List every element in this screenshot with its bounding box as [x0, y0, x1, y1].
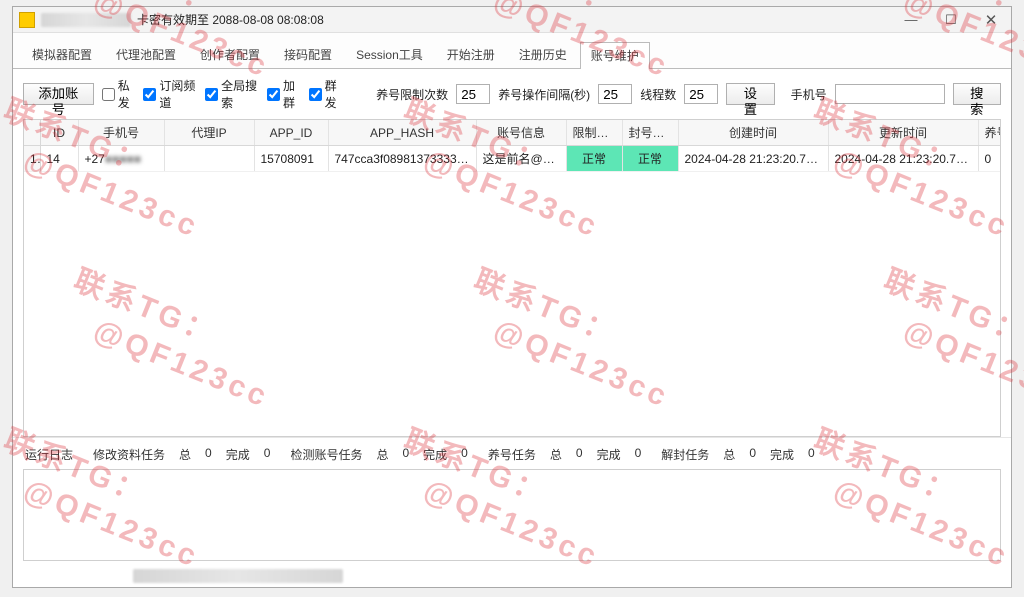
cell-proxy — [164, 146, 254, 172]
checkbox-dingyue[interactable]: 订阅频道 — [143, 77, 197, 111]
col-proxy[interactable]: 代理IP — [164, 120, 254, 146]
accounts-table: ID手机号代理IPAPP_IDAPP_HASH账号信息限制状态封号状态创建时间更… — [24, 120, 1001, 172]
status-group-3: 解封任务总0完成0 — [661, 446, 814, 463]
col-created[interactable]: 创建时间 — [678, 120, 828, 146]
tab-6[interactable]: 注册历史 — [508, 41, 578, 68]
col-count[interactable]: 养号次数 — [978, 120, 1001, 146]
col-updated[interactable]: 更新时间 — [828, 120, 978, 146]
limit-label: 养号限制次数 — [376, 86, 448, 103]
cell-created: 2024-04-28 21:23:20.716910 — [678, 146, 828, 172]
cell-appid: 15708091 — [254, 146, 328, 172]
checkbox-sifa[interactable]: 私发 — [102, 77, 136, 111]
interval-label: 养号操作间隔(秒) — [498, 86, 590, 103]
row-index: 1 — [24, 146, 40, 172]
add-account-button[interactable]: 添加账号 — [23, 83, 94, 105]
status-group-0: 修改资料任务总0完成0 — [93, 446, 270, 463]
cell-updated: 2024-04-28 21:23:20.716910 — [828, 146, 978, 172]
cell-apphash: 747cca3f089813733339490d... — [328, 146, 476, 172]
tab-1[interactable]: 代理池配置 — [105, 41, 187, 68]
checkbox-quanju[interactable]: 全局搜索 — [205, 77, 259, 111]
status-bar: 运行日志 修改资料任务总0完成0 检测账号任务总0完成0 养号任务总0完成0 解封任务总… — [13, 437, 1011, 469]
title-redacted — [41, 13, 131, 27]
cell-id: 14 — [40, 146, 78, 172]
cell-acct: 这是前名@#这... — [476, 146, 566, 172]
phone-search-input[interactable] — [835, 84, 945, 104]
col-apphash[interactable]: APP_HASH — [328, 120, 476, 146]
runlog-label: 运行日志 — [25, 446, 73, 463]
title-suffix: 卡密有效期至 2088-08-08 08:08:08 — [137, 11, 324, 28]
accounts-table-container: ID手机号代理IPAPP_IDAPP_HASH账号信息限制状态封号状态创建时间更… — [23, 119, 1001, 437]
close-button[interactable]: ✕ — [971, 7, 1011, 33]
interval-input[interactable] — [598, 84, 632, 104]
tab-3[interactable]: 接码配置 — [273, 41, 343, 68]
footer-redacted — [133, 569, 343, 583]
table-row[interactable]: 114+27■■■■■ 15708091747cca3f0898137333394… — [24, 146, 1001, 172]
cell-ban-status: 正常 — [622, 146, 678, 172]
tab-strip: 模拟器配置代理池配置创作者配置接码配置Session工具开始注册注册历史账号维护 — [13, 33, 1011, 69]
app-window: 卡密有效期至 2088-08-08 08:08:08 — ☐ ✕ 模拟器配置代理… — [12, 6, 1012, 588]
table-header-row: ID手机号代理IPAPP_IDAPP_HASH账号信息限制状态封号状态创建时间更… — [24, 120, 1001, 146]
col-phone[interactable]: 手机号 — [78, 120, 164, 146]
cell-limit-status: 正常 — [566, 146, 622, 172]
app-icon — [19, 12, 35, 28]
status-group-1: 检测账号任务总0完成0 — [290, 446, 467, 463]
status-group-2: 养号任务总0完成0 — [488, 446, 641, 463]
tab-4[interactable]: Session工具 — [345, 41, 434, 68]
cell-phone: +27■■■■■ — [78, 146, 164, 172]
tab-2[interactable]: 创作者配置 — [189, 41, 271, 68]
maximize-button[interactable]: ☐ — [931, 7, 971, 33]
col-ban[interactable]: 封号状态 — [622, 120, 678, 146]
limit-input[interactable] — [456, 84, 490, 104]
toolbar: 添加账号 私发 订阅频道 全局搜索 加群 群发 养号限制次数 养号操作间隔(秒)… — [13, 69, 1011, 119]
phone-label: 手机号 — [791, 86, 827, 103]
checkbox-jiaqun[interactable]: 加群 — [267, 77, 301, 111]
col-limit[interactable]: 限制状态 — [566, 120, 622, 146]
run-log-box[interactable] — [23, 469, 1001, 561]
minimize-button[interactable]: — — [891, 7, 931, 33]
cell-count: 0 — [978, 146, 1001, 172]
col-acct[interactable]: 账号信息 — [476, 120, 566, 146]
col-appid[interactable]: APP_ID — [254, 120, 328, 146]
tab-5[interactable]: 开始注册 — [436, 41, 506, 68]
col-id[interactable]: ID — [40, 120, 78, 146]
search-button[interactable]: 搜索 — [953, 83, 1001, 105]
tab-0[interactable]: 模拟器配置 — [21, 41, 103, 68]
checkbox-qunfa[interactable]: 群发 — [309, 77, 343, 111]
threads-input[interactable] — [684, 84, 718, 104]
threads-label: 线程数 — [640, 86, 676, 103]
tab-7[interactable]: 账号维护 — [580, 42, 650, 69]
settings-button[interactable]: 设置 — [726, 83, 774, 105]
titlebar: 卡密有效期至 2088-08-08 08:08:08 — ☐ ✕ — [13, 7, 1011, 33]
